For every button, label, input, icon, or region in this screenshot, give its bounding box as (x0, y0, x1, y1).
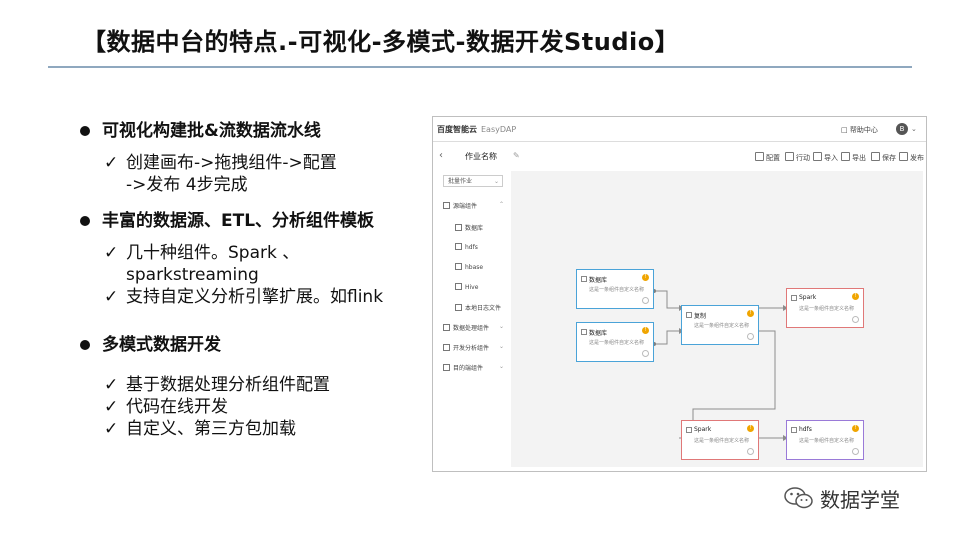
warning-icon: ! (747, 425, 754, 432)
bullet-list: 可视化构建批&流数据流水线 ✓ 创建画布->拖拽组件->配置 ->发布 4步完成 … (80, 120, 420, 452)
nav-item-hbase[interactable]: hbase (455, 263, 483, 271)
folder-icon (443, 324, 450, 331)
warning-icon: ! (642, 327, 649, 334)
nav-group-analysis[interactable]: 开发分析组件 ⌄ (443, 343, 504, 352)
node-database-2[interactable]: 数据库 这是一条组件自定义名称! (576, 322, 654, 362)
back-arrow-icon[interactable]: ‹ (439, 150, 443, 161)
app-topbar: 百度智能云 EasyDAP □ 帮助中心 B ⌄ (433, 117, 926, 142)
chevron-down-icon: ⌄ (499, 363, 505, 370)
node-database-1[interactable]: 数据库 这是一条组件自定义名称! (576, 269, 654, 309)
node-icon (581, 329, 587, 335)
folder-icon (443, 364, 450, 371)
chevron-down-icon: ⌄ (493, 178, 499, 185)
section-heading: 丰富的数据源、ETL、分析组件模板 (80, 210, 420, 232)
node-spark-1[interactable]: Spark 这是一条组件自定义名称! (786, 288, 864, 328)
warning-icon: ! (642, 274, 649, 281)
pipeline-canvas[interactable]: 数据库 这是一条组件自定义名称! 数据库 这是一条组件自定义名称! 复制 这是一条组件… (511, 171, 923, 467)
check-icon: ✓ (104, 287, 119, 307)
help-center-link[interactable]: □ 帮助中心 (841, 125, 878, 135)
file-icon (455, 304, 462, 311)
nav-group-target[interactable]: 目的端组件 ⌄ (443, 363, 504, 372)
node-copy[interactable]: 复制 这是一条组件自定义名称! (681, 305, 759, 345)
status-circle-icon (852, 316, 859, 323)
clock-icon (785, 152, 794, 161)
job-name: 作业名称 (465, 152, 497, 161)
warning-icon: ! (852, 293, 859, 300)
sub-item: ✓ 创建画布->拖拽组件->配置 ->发布 4步完成 (104, 153, 337, 195)
sub-item: ✓ 基于数据处理分析组件配置 (104, 375, 330, 395)
node-hdfs[interactable]: hdfs 这是一条组件自定义名称! (786, 420, 864, 460)
toolbar-run-button[interactable]: 行动 (785, 152, 810, 163)
status-circle-icon (747, 448, 754, 455)
upload-icon (841, 152, 850, 161)
warning-icon: ! (852, 425, 859, 432)
nav-group-source[interactable]: 源端组件 ⌃ (443, 201, 504, 210)
edit-icon[interactable]: ✎ (513, 151, 520, 160)
toolbar-config-button[interactable]: 配置 (755, 152, 780, 163)
avatar[interactable]: B (896, 123, 908, 135)
wechat-icon (784, 487, 813, 509)
sub-item: ✓ 支持自定义分析引擎扩展。如flink (104, 287, 384, 307)
folder-icon (443, 202, 450, 209)
connector-line (654, 290, 679, 309)
status-circle-icon (642, 297, 649, 304)
job-toolbar: ‹ 作业名称 ✎ 配置 行动 导入 导出 保存 发布 (433, 145, 926, 167)
bullet-dot-icon (80, 216, 90, 226)
status-circle-icon (747, 333, 754, 340)
file-icon (455, 283, 462, 290)
title-divider (48, 66, 912, 68)
chevron-up-icon: ⌃ (499, 201, 505, 208)
node-icon (581, 276, 587, 282)
node-icon (686, 427, 692, 433)
download-icon (813, 152, 822, 161)
section-heading: 可视化构建批&流数据流水线 (80, 120, 420, 142)
studio-screenshot: 百度智能云 EasyDAP □ 帮助中心 B ⌄ ‹ 作业名称 ✎ 配置 行动 导… (432, 116, 927, 472)
status-circle-icon (852, 448, 859, 455)
check-icon: ✓ (104, 375, 119, 395)
toolbar-import-button[interactable]: 导入 (813, 152, 838, 163)
bullet-dot-icon (80, 126, 90, 136)
check-icon: ✓ (104, 243, 119, 263)
section-visual: 可视化构建批&流数据流水线 ✓ 创建画布->拖拽组件->配置 ->发布 4步完成 (80, 120, 420, 196)
warning-icon: ! (747, 310, 754, 317)
section-heading: 多模式数据开发 (80, 334, 420, 356)
bullet-dot-icon (80, 340, 90, 350)
sub-item: ✓ 自定义、第三方包加载 (104, 419, 296, 439)
nav-item-database[interactable]: 数据库 (455, 223, 483, 232)
status-circle-icon (642, 350, 649, 357)
sub-item: ✓ 几十种组件。Spark 、 sparkstreaming (104, 243, 300, 285)
chevron-down-icon[interactable]: ⌄ (911, 125, 917, 133)
gear-icon (755, 152, 764, 161)
brand-logo: 百度智能云 EasyDAP (437, 125, 517, 134)
nav-item-hdfs[interactable]: hdfs (455, 243, 478, 251)
chevron-down-icon: ⌄ (499, 343, 505, 350)
node-icon (686, 312, 692, 318)
section-templates: 丰富的数据源、ETL、分析组件模板 ✓ 几十种组件。Spark 、 sparkst… (80, 210, 420, 308)
folder-icon (443, 344, 450, 351)
publish-icon (899, 152, 908, 161)
toolbar-publish-button[interactable]: 发布 (899, 152, 924, 163)
nav-group-processing[interactable]: 数据处理组件 ⌄ (443, 323, 504, 332)
node-icon (791, 295, 797, 301)
check-icon: ✓ (104, 419, 119, 439)
chevron-down-icon: ⌄ (499, 323, 505, 330)
file-icon (455, 243, 462, 250)
watermark-text: 数据学堂 (820, 488, 900, 512)
node-icon (791, 427, 797, 433)
slide-title: 【数据中台的特点.-可视化-多模式-数据开发Studio】 (82, 28, 680, 56)
toolbar-save-button[interactable]: 保存 (871, 152, 896, 163)
section-multimode: 多模式数据开发 ✓ 基于数据处理分析组件配置 ✓ 代码在线开发 ✓ 自定义、第三方包加… (80, 334, 420, 440)
connector-line (654, 330, 679, 345)
node-spark-2[interactable]: Spark 这是一条组件自定义名称! (681, 420, 759, 460)
save-icon (871, 152, 880, 161)
check-icon: ✓ (104, 397, 119, 417)
file-icon (455, 263, 462, 270)
sub-item: ✓ 代码在线开发 (104, 397, 228, 417)
job-type-select[interactable]: 批量作业 ⌄ (443, 175, 503, 187)
nav-item-local-log[interactable]: 本地日志文件 (455, 303, 501, 312)
nav-item-hive[interactable]: Hive (455, 283, 478, 291)
toolbar-export-button[interactable]: 导出 (841, 152, 866, 163)
check-icon: ✓ (104, 153, 119, 173)
file-icon (455, 224, 462, 231)
